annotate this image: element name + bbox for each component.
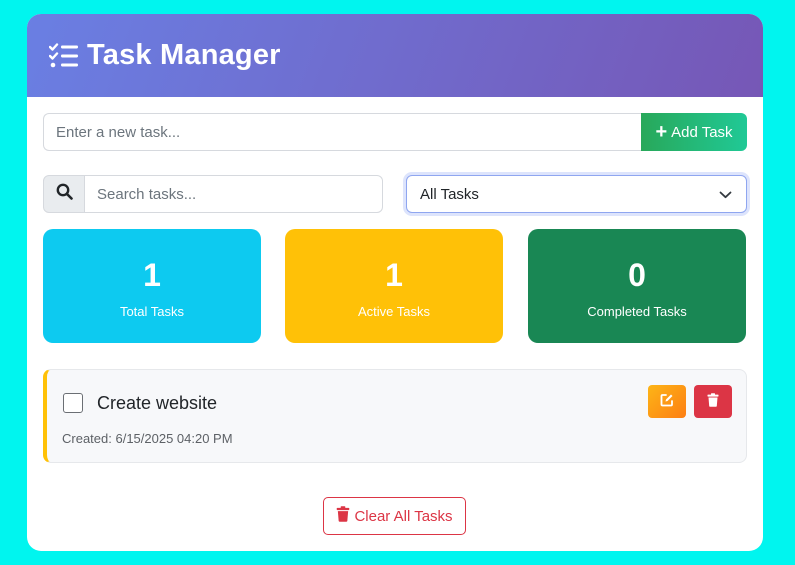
- add-task-button[interactable]: + Add Task: [641, 113, 747, 151]
- add-task-row: + Add Task: [43, 113, 747, 151]
- chevron-down-icon: [719, 186, 732, 203]
- trash-icon: [336, 506, 354, 526]
- header: Task Manager: [27, 14, 763, 97]
- search-row: [43, 175, 383, 213]
- tasks-icon: [48, 42, 79, 69]
- search-icon: [56, 183, 73, 205]
- new-task-input[interactable]: [43, 113, 641, 151]
- stat-total-label: Total Tasks: [119, 304, 185, 319]
- clear-all-label: Clear All Tasks: [354, 507, 453, 525]
- plus-icon: +: [655, 121, 668, 143]
- search-button[interactable]: [43, 175, 85, 213]
- edit-task-button[interactable]: [648, 385, 686, 418]
- stat-completed-label: Completed Tasks: [587, 304, 687, 319]
- stat-active-label: Active Tasks: [357, 304, 430, 319]
- filter-select[interactable]: All Tasks: [406, 175, 747, 213]
- task-title: Create website: [97, 393, 218, 413]
- stat-total-value: 1: [143, 257, 161, 293]
- stat-completed-tasks: 0 Completed Tasks: [528, 229, 746, 343]
- stat-active-value: 1: [385, 257, 403, 293]
- stat-total-tasks: 1 Total Tasks: [43, 229, 261, 343]
- filter-selected-value: All Tasks: [420, 185, 479, 203]
- task-manager-card: Task Manager + Add Task All Tasks 1: [27, 14, 763, 551]
- add-task-label: Add Task: [671, 123, 733, 141]
- task-complete-checkbox[interactable]: [63, 393, 83, 413]
- task-created-date: Created: 6/15/2025 04:20 PM: [62, 431, 233, 446]
- stat-active-tasks: 1 Active Tasks: [285, 229, 503, 343]
- delete-task-button[interactable]: [694, 385, 732, 418]
- task-item: Create website Created: 6/15/2025 04:20 …: [43, 369, 747, 463]
- clear-all-tasks-button[interactable]: Clear All Tasks: [323, 497, 466, 535]
- trash-icon: [707, 393, 719, 410]
- stat-completed-value: 0: [628, 257, 646, 293]
- page-title: Task Manager: [87, 39, 281, 71]
- search-input[interactable]: [85, 175, 383, 213]
- edit-icon: [660, 393, 674, 410]
